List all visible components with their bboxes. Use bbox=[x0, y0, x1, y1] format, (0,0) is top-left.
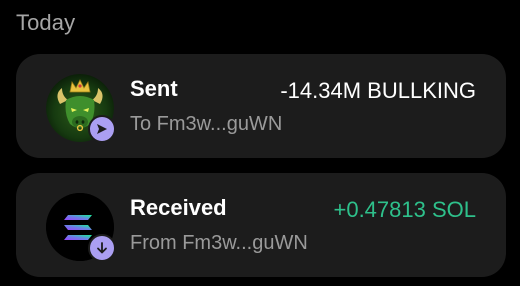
transaction-counterparty: To Fm3w...guWN bbox=[130, 113, 283, 135]
transaction-type: Received bbox=[130, 195, 227, 220]
section-heading-today: Today bbox=[16, 10, 76, 35]
transaction-item-received[interactable]: Received From Fm3w...guWN +0.47813 SOL bbox=[16, 173, 506, 277]
send-arrow-icon bbox=[95, 122, 109, 136]
receive-badge bbox=[88, 234, 116, 262]
send-badge bbox=[88, 115, 116, 143]
transaction-amount: -14.34M BULLKING bbox=[280, 78, 476, 103]
token-avatar bbox=[46, 74, 116, 143]
transaction-counterparty: From Fm3w...guWN bbox=[130, 232, 308, 254]
arrow-down-icon bbox=[95, 241, 109, 255]
transaction-type: Sent bbox=[130, 76, 178, 101]
transaction-item-sent[interactable]: Sent To Fm3w...guWN -14.34M BULLKING bbox=[16, 54, 506, 158]
token-avatar bbox=[46, 193, 116, 262]
transaction-amount: +0.47813 SOL bbox=[333, 197, 476, 222]
